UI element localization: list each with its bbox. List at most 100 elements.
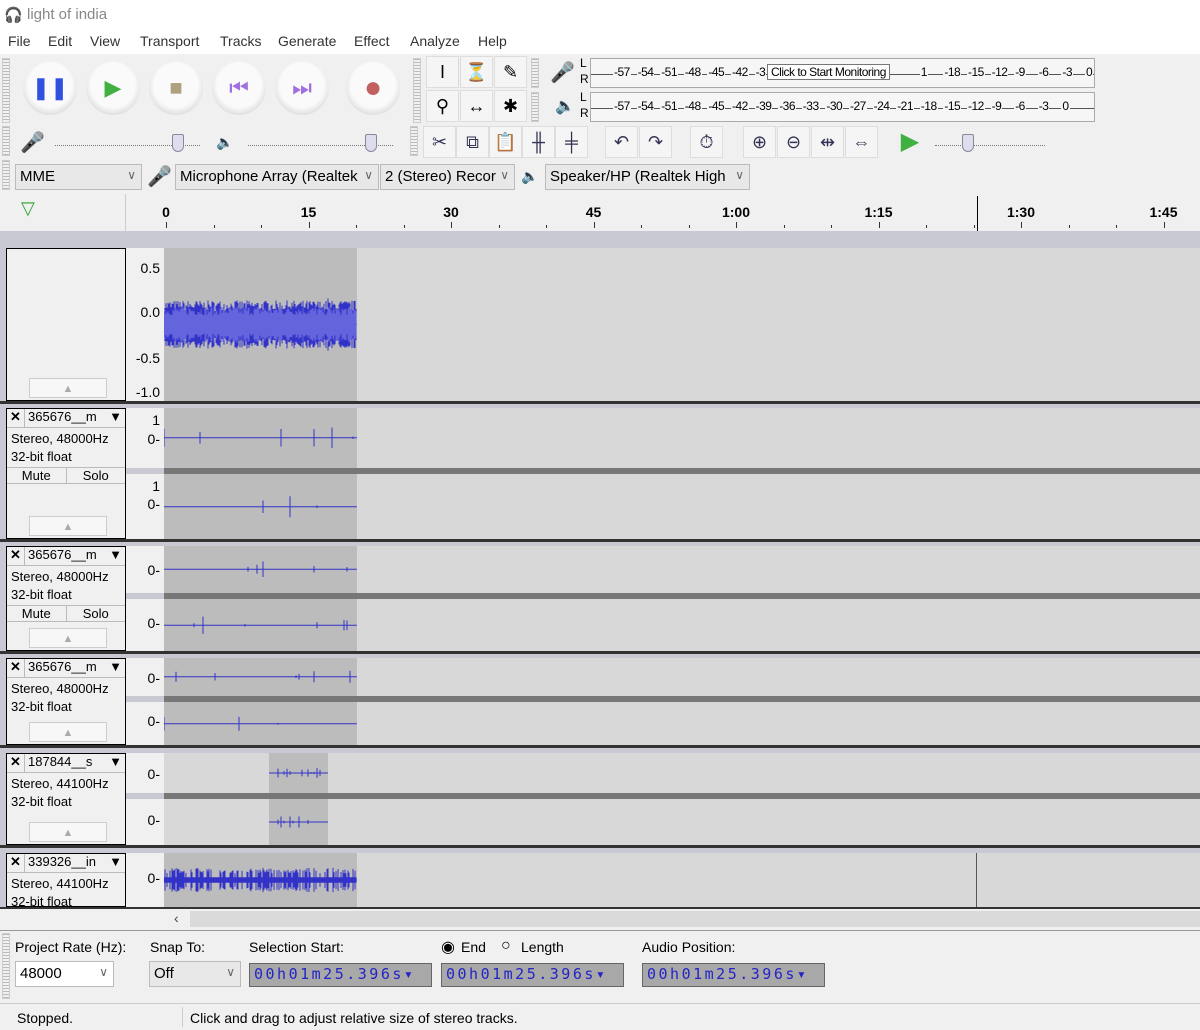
envelope-tool[interactable]: ⏳ (460, 56, 493, 88)
play-button[interactable]: ▶ (86, 61, 140, 115)
fit-project-button[interactable]: ⇔ (845, 126, 878, 158)
channel-waveform-area[interactable] (164, 248, 1200, 401)
track[interactable]: ✕ 365676__m ▼ Stereo, 48000Hz 32-bit float Mu… (0, 408, 1200, 542)
project-rate-select[interactable]: 48000 ∨ (15, 961, 114, 987)
menu-tracks[interactable]: Tracks (220, 33, 261, 49)
play-head-triangle-icon[interactable]: ▽ (21, 198, 35, 219)
mute-button[interactable]: Mute (7, 606, 67, 621)
menu-analyze[interactable]: Analyze (410, 33, 460, 49)
playback-meter[interactable]: -57 -54 -51 -48 -45 -42 -39 -36 -33 -30 -27 -24 -21-… (590, 92, 1095, 122)
skip-end-button[interactable]: ⏭ (275, 61, 329, 115)
track-header[interactable]: ✕ 339326__in ▼ Stereo, 44100Hz 32-bit float (6, 853, 126, 909)
channel-waveform-area[interactable] (164, 799, 1200, 845)
menu-file[interactable]: File (8, 33, 31, 49)
audio-clip[interactable] (164, 598, 357, 651)
mute-button[interactable]: Mute (7, 468, 67, 483)
playback-volume-slider[interactable] (248, 126, 393, 152)
collapse-track-button[interactable]: ▲ (29, 628, 107, 648)
toolbar-grip[interactable] (410, 126, 418, 156)
paste-button[interactable]: 📋 (489, 126, 522, 158)
track-name-menu[interactable]: 339326__in (25, 854, 109, 872)
track-panel[interactable]: ▲ 0.5 0.0 -0.5 -1.0 ✕ 365676__m ▼ Stereo, 48000H… (0, 233, 1200, 910)
selection-end-time[interactable]: 00h01m25.396s▾ (441, 963, 624, 987)
play-at-speed-button[interactable]: ▶ (893, 127, 927, 157)
cut-button[interactable]: ✂ (423, 126, 456, 158)
horizontal-scrollbar[interactable]: ‹ (0, 909, 1200, 929)
solo-button[interactable]: Solo (67, 606, 126, 621)
toolbar-grip[interactable] (2, 58, 10, 123)
toolbar-grip[interactable] (2, 126, 10, 156)
sync-lock-button[interactable]: ⏱ (690, 126, 723, 158)
audio-clip[interactable] (268, 799, 329, 845)
track-name-menu[interactable]: 365676__m (25, 659, 109, 677)
audio-clip[interactable] (164, 408, 357, 468)
draw-tool[interactable]: ✎ (494, 56, 527, 88)
track-name-menu[interactable]: 365676__m (25, 409, 109, 427)
track-header[interactable]: ✕ 187844__s ▼ Stereo, 44100Hz 32-bit float ▲ (6, 753, 126, 845)
output-device-select[interactable]: Speaker/HP (Realtek High ∨ (545, 164, 750, 190)
solo-button[interactable]: Solo (67, 468, 126, 483)
menu-effect[interactable]: Effect (354, 33, 390, 49)
channel-waveform-area[interactable] (164, 753, 1200, 793)
collapse-track-button[interactable]: ▲ (29, 516, 107, 536)
menu-transport[interactable]: Transport (140, 33, 199, 49)
channel-waveform-area[interactable] (164, 546, 1200, 593)
menu-generate[interactable]: Generate (278, 33, 336, 49)
track-name-menu[interactable]: 365676__m (25, 547, 109, 565)
zoom-in-button[interactable]: ⊕ (743, 126, 776, 158)
menu-help[interactable]: Help (478, 33, 507, 49)
close-track-button[interactable]: ✕ (7, 547, 25, 565)
record-button[interactable]: ● (346, 61, 400, 115)
audio-clip[interactable] (164, 473, 357, 539)
close-track-button[interactable]: ✕ (7, 409, 25, 427)
track-header[interactable]: ▲ (6, 248, 126, 401)
toolbar-grip[interactable] (413, 58, 421, 123)
toolbar-grip[interactable] (531, 58, 539, 88)
collapse-track-button[interactable]: ▲ (29, 722, 107, 742)
track-header[interactable]: ✕ 365676__m ▼ Stereo, 48000Hz 32-bit float Mu… (6, 546, 126, 651)
toolbar-grip[interactable] (531, 92, 539, 122)
end-radio[interactable]: ◉ (441, 937, 455, 957)
trim-button[interactable]: ╫ (522, 126, 555, 158)
selection-tool[interactable]: I (426, 56, 459, 88)
track-header[interactable]: ✕ 365676__m ▼ Stereo, 48000Hz 32-bit float Mu… (6, 408, 126, 539)
audio-clip[interactable] (164, 546, 357, 593)
record-volume-slider[interactable] (55, 126, 200, 152)
time-shift-tool[interactable]: ↔ (460, 90, 493, 122)
channels-select[interactable]: 2 (Stereo) Recor ∨ (380, 164, 515, 190)
zoom-out-button[interactable]: ⊖ (777, 126, 810, 158)
close-track-button[interactable]: ✕ (7, 659, 25, 677)
track[interactable]: ✕ 365676__m ▼ Stereo, 48000Hz 32-bit float Mu… (0, 546, 1200, 654)
audio-position-time[interactable]: 00h01m25.396s▾ (642, 963, 825, 987)
channel-waveform-area[interactable] (164, 701, 1200, 745)
track[interactable]: ✕ 339326__in ▼ Stereo, 44100Hz 32-bit float 0… (0, 853, 1200, 910)
stop-button[interactable]: ■ (149, 61, 203, 115)
zoom-tool[interactable]: ⚲ (426, 90, 459, 122)
length-radio[interactable]: ○ (501, 937, 511, 955)
redo-button[interactable]: ↷ (639, 126, 672, 158)
skip-start-button[interactable]: ⏮ (212, 61, 266, 115)
fit-selection-button[interactable]: ⇹ (811, 126, 844, 158)
record-meter[interactable]: -57 -54 -51 -48 -45 -42 -3 1 -18 -15 -12 -9 -6 -3 0 Cli… (590, 58, 1095, 88)
close-track-button[interactable]: ✕ (7, 854, 25, 872)
toolbar-grip[interactable] (2, 933, 10, 999)
toolbar-grip[interactable] (2, 160, 10, 190)
track[interactable]: ✕ 365676__m ▼ Stereo, 48000Hz 32-bit float ▲ 0… (0, 658, 1200, 748)
channel-waveform-area[interactable] (164, 658, 1200, 696)
selection-start-time[interactable]: 00h01m25.396s▾ (249, 963, 432, 987)
scrollbar-thumb[interactable] (190, 911, 1200, 927)
monitoring-tooltip[interactable]: Click to Start Monitoring (767, 64, 890, 80)
channel-waveform-area[interactable] (164, 853, 1200, 907)
channel-waveform-area[interactable] (164, 473, 1200, 539)
menu-view[interactable]: View (90, 33, 120, 49)
collapse-track-button[interactable]: ▲ (29, 378, 107, 398)
menu-edit[interactable]: Edit (48, 33, 72, 49)
audio-clip[interactable] (164, 701, 357, 745)
channel-waveform-area[interactable] (164, 408, 1200, 468)
channel-waveform-area[interactable] (164, 598, 1200, 651)
snap-to-select[interactable]: Off ∨ (149, 961, 241, 987)
multi-tool[interactable]: ✱ (494, 90, 527, 122)
audio-clip[interactable] (164, 853, 357, 907)
undo-button[interactable]: ↶ (605, 126, 638, 158)
track[interactable]: ✕ 187844__s ▼ Stereo, 44100Hz 32-bit float ▲ 0… (0, 753, 1200, 848)
